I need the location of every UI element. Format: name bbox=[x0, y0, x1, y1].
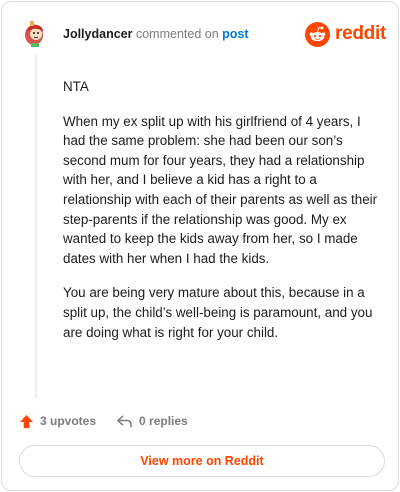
comment-paragraph: NTA bbox=[63, 79, 89, 94]
comment-paragraph: When my ex split up with his girlfriend … bbox=[63, 113, 378, 266]
comment-meta: Jollydancer commented on post bbox=[63, 27, 249, 42]
reply-count: 0 replies bbox=[139, 414, 188, 428]
post-link[interactable]: post bbox=[222, 27, 248, 41]
commented-on-text: commented on bbox=[135, 27, 219, 41]
comment-header: Jollydancer commented on post reddit bbox=[2, 2, 400, 62]
upvote-button[interactable]: 3 upvotes bbox=[19, 414, 96, 429]
brand-wordmark: reddit bbox=[335, 23, 386, 44]
reddit-logo[interactable]: reddit bbox=[305, 21, 386, 47]
comment-body: NTA When my ex split up with his girlfri… bbox=[63, 77, 381, 357]
comment-paragraph: You are being very mature about this, be… bbox=[63, 285, 373, 340]
embedded-comment-card: Jollydancer commented on post reddit NTA… bbox=[1, 1, 399, 491]
thread-line bbox=[35, 55, 37, 399]
reddit-snoo-icon bbox=[305, 21, 331, 47]
reply-button[interactable]: 0 replies bbox=[116, 414, 188, 428]
upvote-count: 3 upvotes bbox=[40, 414, 97, 428]
view-more-on-reddit-button[interactable]: View more on Reddit bbox=[19, 445, 385, 477]
avatar-icon bbox=[21, 19, 49, 47]
author-link[interactable]: Jollydancer bbox=[63, 27, 132, 41]
comment-actions: 3 upvotes 0 replies bbox=[19, 411, 208, 431]
upvote-arrow-icon bbox=[19, 414, 34, 428]
reply-arrow-icon bbox=[117, 415, 132, 428]
user-avatar[interactable] bbox=[21, 19, 49, 47]
